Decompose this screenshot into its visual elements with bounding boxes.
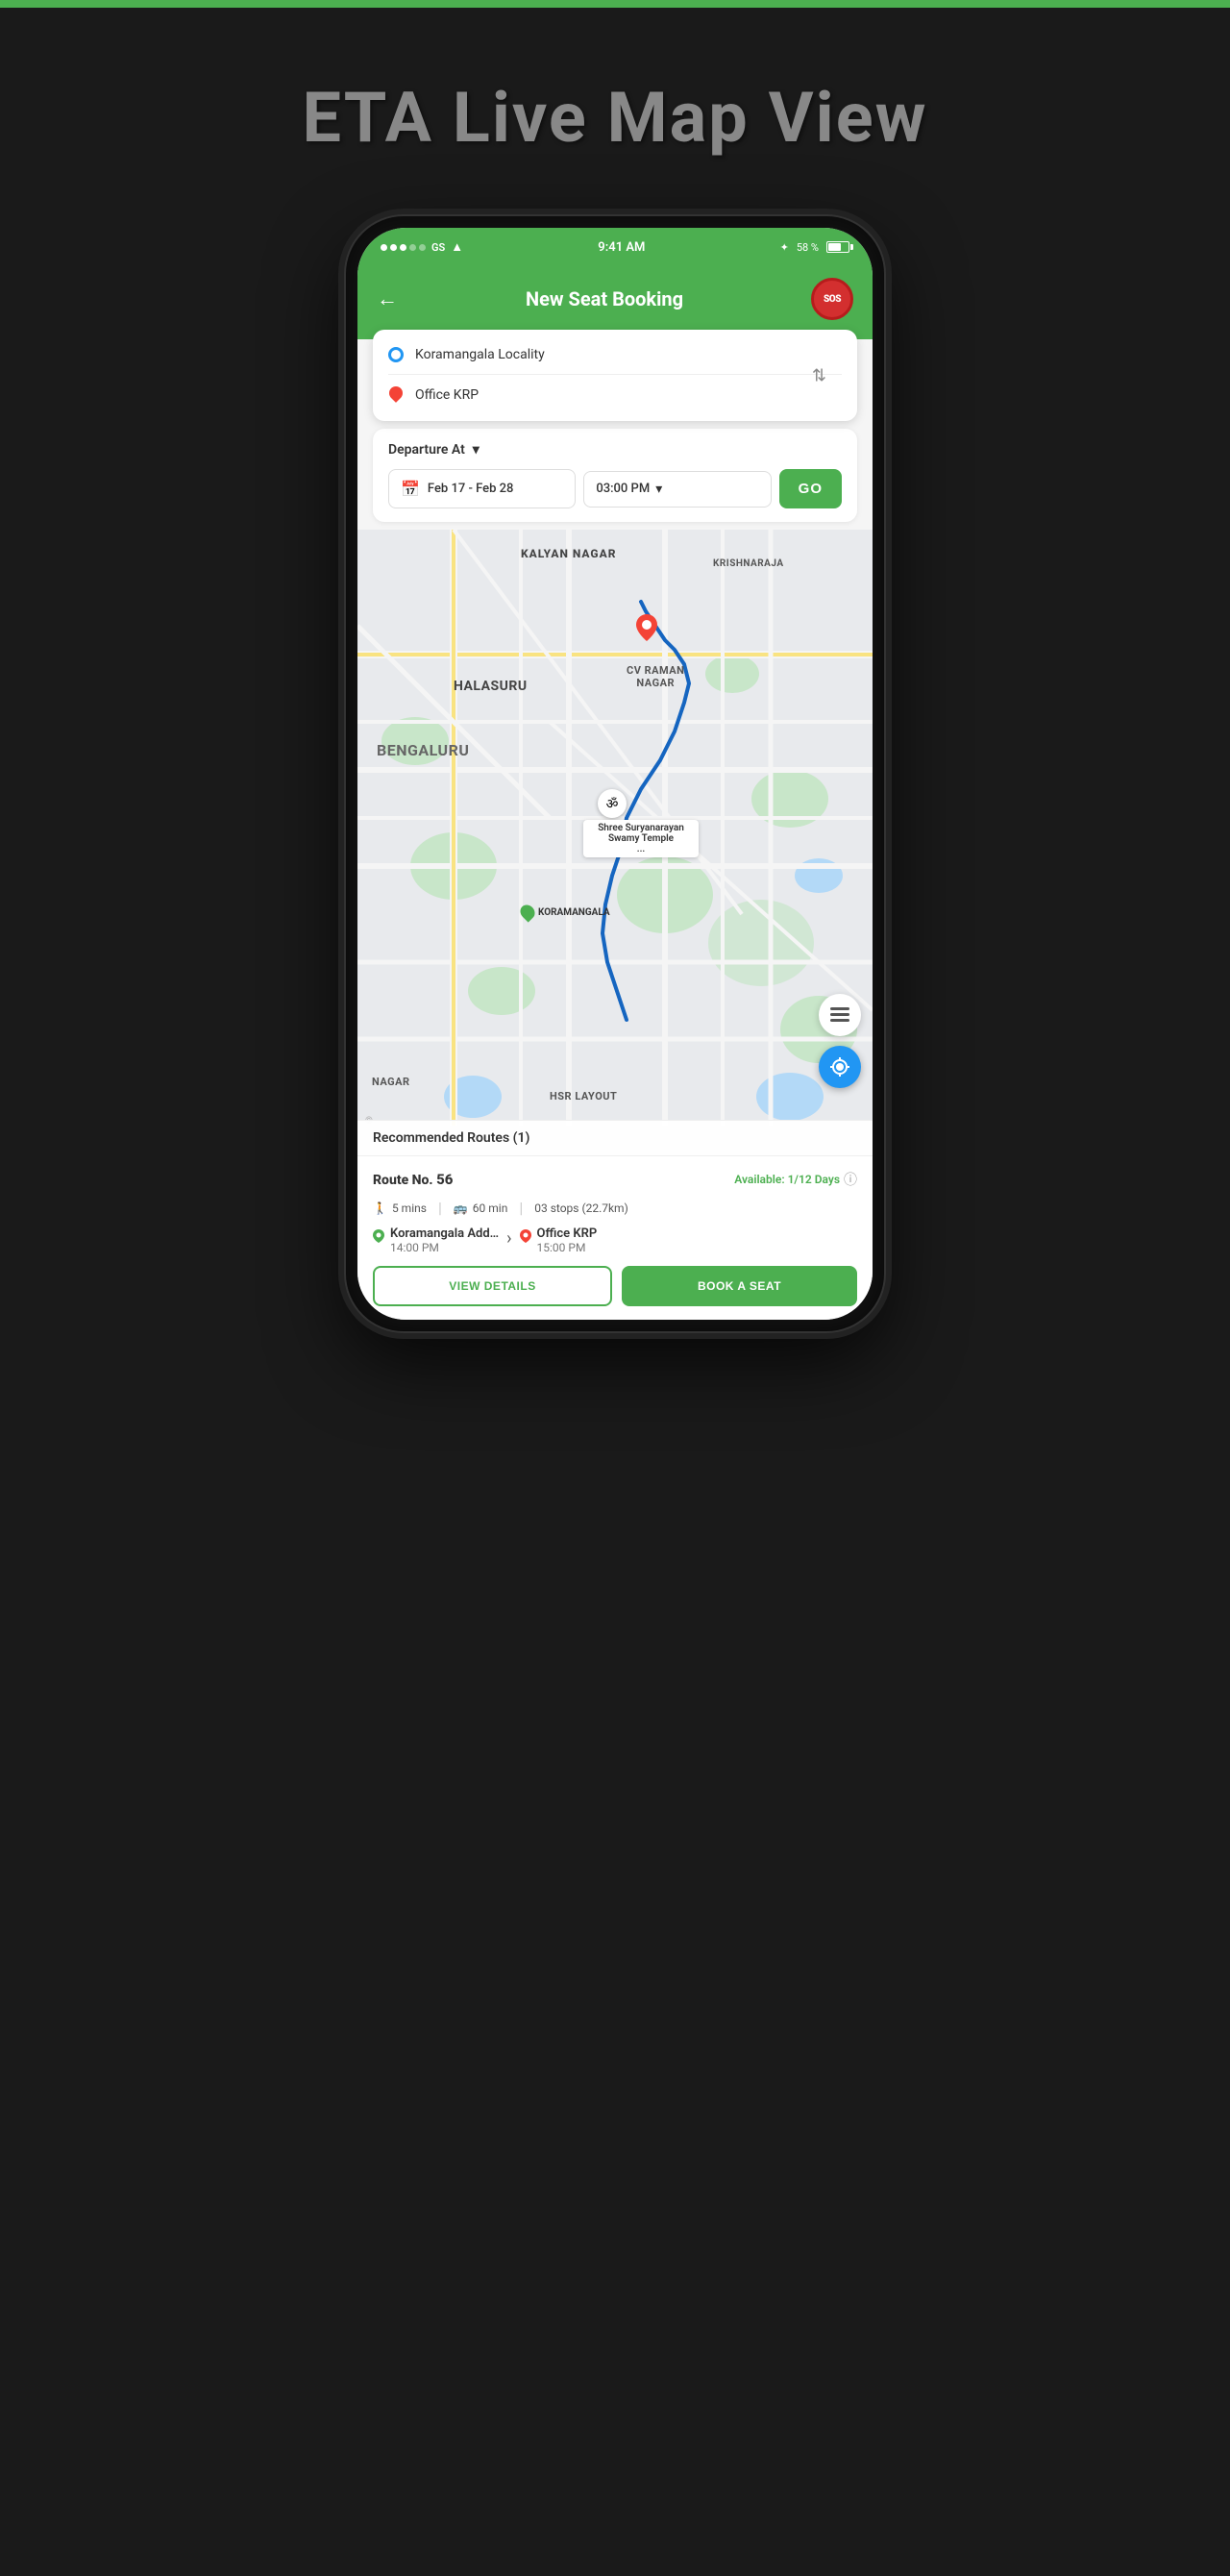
- route-number: Route No. 56: [373, 1171, 453, 1188]
- book-seat-button[interactable]: BOOK A SEAT: [622, 1266, 857, 1306]
- battery-percent: 58 %: [797, 241, 819, 254]
- om-marker: ॐ: [598, 789, 627, 818]
- departure-section: Departure At ▾ 📅 Feb 17 - Feb 28 03:00 P…: [373, 429, 857, 522]
- header-title: New Seat Booking: [526, 287, 683, 310]
- search-box-inner: Koramangala Locality Office KRP ⇅: [388, 341, 842, 409]
- time-text: 03:00 PM: [596, 482, 650, 496]
- swap-button[interactable]: ⇅: [812, 365, 826, 385]
- phone-frame: GS ▲ 9:41 AM ✦ 58 % ← New Seat Booking S…: [346, 216, 884, 1331]
- back-button[interactable]: ←: [377, 286, 398, 311]
- destination-marker: [636, 614, 657, 645]
- to-pin-icon: [388, 386, 404, 404]
- recommended-routes-bar: Recommended Routes (1): [357, 1120, 873, 1155]
- route-stats: 🚶 5 mins | 🚌 60 min | 03 stops (22.7km): [373, 1199, 857, 1217]
- route-actions: VIEW DETAILS BOOK A SEAT: [373, 1266, 857, 1306]
- availability-container: Available: 1/12 Days ⓘ: [734, 1170, 857, 1189]
- map-fabs: [819, 994, 861, 1088]
- battery-fill: [828, 243, 841, 251]
- koramangala-text: KORAMANGALA: [538, 907, 610, 918]
- carrier-text: GS: [431, 241, 445, 254]
- stat-divider-2: |: [519, 1199, 523, 1217]
- map-label-cvraman: CV RAMANNAGAR: [627, 664, 684, 689]
- search-divider: [388, 374, 842, 375]
- route-label: Route No.: [373, 1173, 433, 1188]
- to-stop: Office KRP 15:00 PM: [520, 1226, 598, 1254]
- stat-divider-1: |: [438, 1199, 442, 1217]
- from-stop-time: 14:00 PM: [390, 1241, 499, 1254]
- route-stops: Koramangala Add… 14:00 PM › Office KRP: [373, 1226, 857, 1254]
- status-time: 9:41 AM: [598, 240, 645, 255]
- departure-controls: 📅 Feb 17 - Feb 28 03:00 PM ▾ GO: [388, 469, 842, 508]
- temple-label: Shree SuryanarayanSwamy Temple...: [583, 820, 699, 857]
- from-dot-icon: [388, 347, 404, 362]
- map-canvas: © KALYAN NAGAR KRISHNARAJA Halasuru CV R…: [357, 530, 873, 1155]
- search-box: Koramangala Locality Office KRP ⇅: [373, 330, 857, 421]
- wifi-icon: ▲: [451, 239, 463, 255]
- status-left: GS ▲: [381, 239, 463, 255]
- to-location-text: Office KRP: [415, 387, 842, 403]
- recommended-routes-text: Recommended Routes (1): [373, 1130, 529, 1146]
- bus-icon: 🚌: [454, 1201, 468, 1215]
- time-picker[interactable]: 03:00 PM ▾: [583, 471, 771, 508]
- date-picker[interactable]: 📅 Feb 17 - Feb 28: [388, 469, 576, 508]
- bus-time: 60 min: [473, 1201, 508, 1215]
- bus-stat: 🚌 60 min: [454, 1201, 508, 1215]
- status-bar: GS ▲ 9:41 AM ✦ 58 %: [357, 228, 873, 266]
- signal-dot-1: [381, 244, 387, 251]
- calendar-icon: 📅: [401, 480, 420, 498]
- map-label-bengaluru: Bengaluru: [377, 741, 469, 759]
- map-area[interactable]: © KALYAN NAGAR KRISHNARAJA Halasuru CV R…: [357, 530, 873, 1155]
- signal-dots: [381, 244, 426, 251]
- phone-screen: GS ▲ 9:41 AM ✦ 58 % ← New Seat Booking S…: [357, 228, 873, 1320]
- stops-stat: 03 stops (22.7km): [534, 1201, 628, 1215]
- app-header: ← New Seat Booking SOS: [357, 266, 873, 339]
- map-label-hsr: HSR LAYOUT: [550, 1090, 617, 1102]
- departure-label: Departure At ▾: [388, 442, 842, 458]
- from-location-row[interactable]: Koramangala Locality: [388, 341, 842, 368]
- from-stop-name: Koramangala Add…: [390, 1226, 499, 1241]
- route-header: Route No. 56 Available: 1/12 Days ⓘ: [373, 1170, 857, 1189]
- to-stop-name: Office KRP: [537, 1226, 598, 1241]
- stops-info: 03 stops (22.7km): [534, 1201, 628, 1215]
- map-label-kalyan: KALYAN NAGAR: [521, 547, 617, 560]
- time-chevron-icon: ▾: [655, 482, 662, 497]
- signal-dot-2: [390, 244, 397, 251]
- routes-list-button[interactable]: [819, 994, 861, 1036]
- view-details-button[interactable]: VIEW DETAILS: [373, 1266, 612, 1306]
- departure-chevron-icon[interactable]: ▾: [473, 442, 480, 458]
- signal-dot-5: [419, 244, 426, 251]
- map-label-nagar: NAGAR: [372, 1076, 410, 1088]
- sos-button[interactable]: SOS: [811, 278, 853, 320]
- date-range-text: Feb 17 - Feb 28: [428, 482, 514, 496]
- map-label-krishna: KRISHNARAJA: [713, 558, 784, 569]
- availability-text: Available: 1/12 Days: [734, 1173, 840, 1186]
- koramangala-label-group: KORAMANGALA: [521, 904, 610, 920]
- walk-stat: 🚶 5 mins: [373, 1201, 427, 1215]
- koramangala-pin-icon: [517, 902, 537, 922]
- to-stop-time: 15:00 PM: [537, 1241, 598, 1254]
- to-location-row[interactable]: Office KRP: [388, 381, 842, 409]
- signal-dot-4: [409, 244, 416, 251]
- walk-icon: 🚶: [373, 1201, 387, 1215]
- route-number-value: 56: [436, 1171, 453, 1188]
- departure-label-text: Departure At: [388, 442, 465, 458]
- from-location-text: Koramangala Locality: [415, 347, 842, 362]
- info-icon[interactable]: ⓘ: [844, 1170, 857, 1189]
- stop-to-details: Office KRP 15:00 PM: [537, 1226, 598, 1254]
- status-right: ✦ 58 %: [780, 241, 849, 254]
- walk-time: 5 mins: [392, 1201, 427, 1215]
- page-title: ETA Live Map View: [303, 77, 928, 159]
- route-card: Route No. 56 Available: 1/12 Days ⓘ 🚶 5 …: [357, 1155, 873, 1320]
- battery-icon: [826, 241, 849, 253]
- my-location-button[interactable]: [819, 1046, 861, 1088]
- sos-label: SOS: [824, 294, 841, 305]
- from-stop: Koramangala Add… 14:00 PM: [373, 1226, 499, 1254]
- bluetooth-icon: ✦: [780, 241, 789, 254]
- map-label-halasuru: Halasuru: [454, 679, 528, 694]
- signal-dot-3: [400, 244, 406, 251]
- stop-from-details: Koramangala Add… 14:00 PM: [390, 1226, 499, 1254]
- route-arrow-icon: ›: [506, 1228, 511, 1249]
- go-button[interactable]: GO: [779, 469, 842, 508]
